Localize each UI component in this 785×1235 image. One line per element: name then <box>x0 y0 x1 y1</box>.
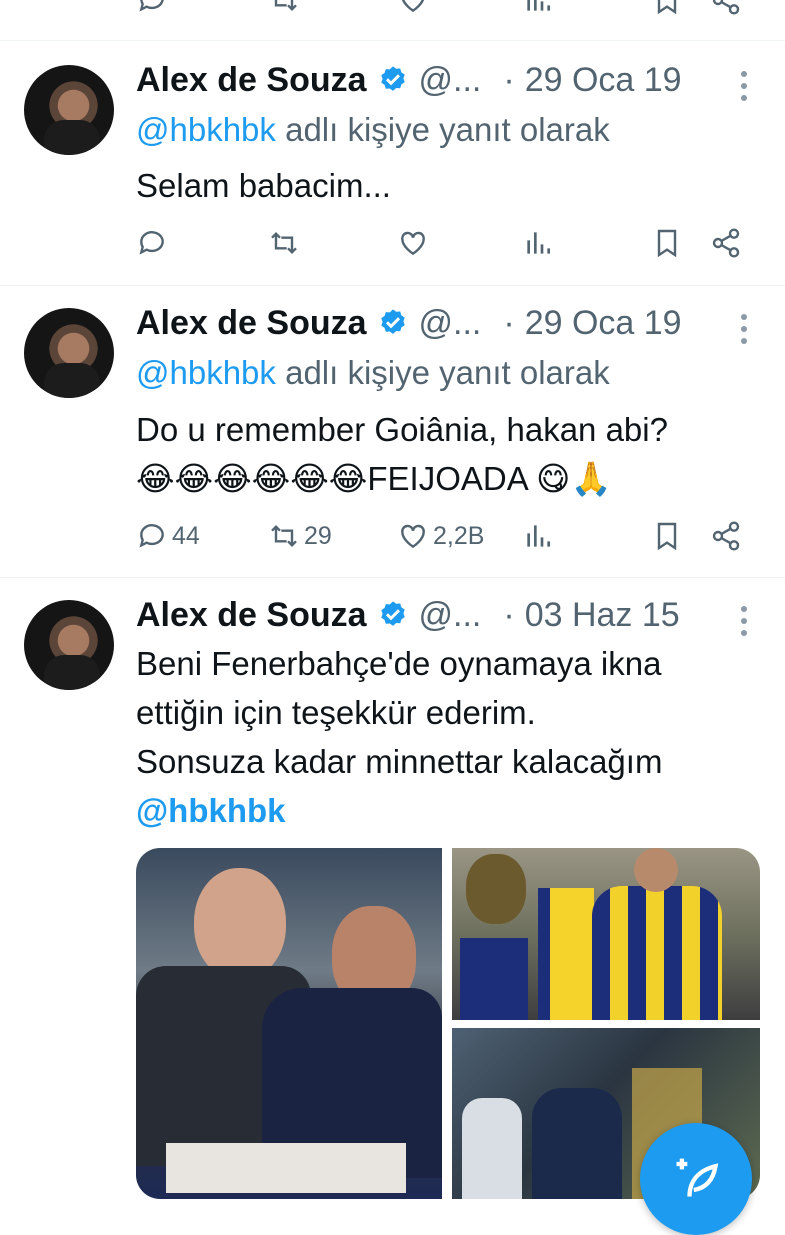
tweet-text-line: Sonsuza kadar minnettar kalacağım <box>136 743 663 780</box>
tweet-actions <box>136 227 756 267</box>
views-button[interactable] <box>522 0 554 16</box>
author-handle[interactable]: @... <box>419 61 482 100</box>
tweet-header: Alex de Souza @... · 29 Oca 19 <box>136 298 682 348</box>
retweet-button[interactable]: 29 <box>268 520 332 552</box>
share-icon <box>712 228 740 258</box>
views-icon <box>527 525 550 547</box>
author-name[interactable]: Alex de Souza <box>136 304 367 343</box>
bookmark-button[interactable] <box>651 520 683 552</box>
reply-icon <box>139 231 164 255</box>
reply-suffix: adlı kişiye yanıt olarak <box>285 354 610 391</box>
bookmark-icon <box>657 522 677 551</box>
tweet-actions: 44 29 2,2B <box>136 520 756 560</box>
reply-suffix: adlı kişiye yanıt olarak <box>285 111 610 148</box>
tweet-text: Do u remember Goiânia, hakan abi? 😂😂😂😂😂😂… <box>136 405 668 503</box>
like-button[interactable]: 2,2B <box>397 520 484 552</box>
bookmark-button[interactable] <box>651 227 683 259</box>
author-handle[interactable]: @... <box>419 304 482 343</box>
reply-mention[interactable]: @hbkhbk <box>136 111 276 148</box>
tweet-header: Alex de Souza @... · 29 Oca 19 <box>136 55 682 105</box>
retweet-button[interactable] <box>268 227 304 259</box>
retweet-icon <box>271 231 297 255</box>
tweet-text-line: 😂😂😂😂😂😂FEIJOADA 😋🙏 <box>136 460 612 497</box>
retweet-count: 29 <box>304 521 332 550</box>
reply-icon <box>139 0 164 12</box>
tweet-mention[interactable]: @hbkhbk <box>136 786 662 835</box>
avatar[interactable] <box>24 308 114 398</box>
more-icon[interactable] <box>738 604 750 638</box>
like-count: 2,2B <box>433 521 485 550</box>
avatar[interactable] <box>24 65 114 155</box>
tweet[interactable]: Alex de Souza @... · 29 Oca 19 @hbkhbk a… <box>0 286 785 578</box>
more-icon[interactable] <box>738 69 750 103</box>
tweet-text-line: ettiğin için teşekkür ederim. <box>136 694 536 731</box>
author-name[interactable]: Alex de Souza <box>136 596 367 635</box>
bookmark-button[interactable] <box>651 0 683 16</box>
reply-button[interactable] <box>136 0 168 16</box>
retweet-button[interactable] <box>268 0 300 16</box>
more-icon[interactable] <box>738 312 750 346</box>
tweet-text-line: Selam babacim... <box>136 167 391 204</box>
author-name[interactable]: Alex de Souza <box>136 61 367 100</box>
media-photo-signing[interactable] <box>136 848 442 1199</box>
tweet-date[interactable]: 29 Oca 19 <box>525 61 682 100</box>
tweet-date[interactable]: 03 Haz 15 <box>525 596 680 635</box>
share-icon <box>712 521 740 551</box>
share-button[interactable] <box>710 520 742 552</box>
compose-icon <box>676 1158 719 1197</box>
reply-count: 44 <box>172 521 200 550</box>
reply-context: @hbkhbk adlı kişiye yanıt olarak <box>136 111 610 149</box>
like-icon <box>401 231 425 256</box>
views-button[interactable] <box>522 520 554 552</box>
like-button[interactable] <box>397 227 433 259</box>
views-icon <box>527 0 550 11</box>
bookmark-icon <box>657 229 677 258</box>
separator: · <box>503 595 515 634</box>
compose-button[interactable] <box>640 1123 752 1235</box>
avatar[interactable] <box>24 600 114 690</box>
like-icon <box>401 524 425 549</box>
tweet-date[interactable]: 29 Oca 19 <box>525 304 682 343</box>
separator: · <box>503 60 515 99</box>
tweet-header: Alex de Souza @... · 03 Haz 15 <box>136 590 680 640</box>
retweet-icon <box>271 524 297 548</box>
author-handle[interactable]: @... <box>419 596 482 635</box>
tweet[interactable]: Alex de Souza @... · 29 Oca 19 @hbkhbk a… <box>0 41 785 286</box>
bookmark-icon <box>657 0 677 15</box>
previous-tweet-actions <box>0 0 785 41</box>
views-icon <box>527 232 550 254</box>
share-icon <box>712 0 740 15</box>
reply-context: @hbkhbk adlı kişiye yanıt olarak <box>136 354 610 392</box>
verified-icon <box>380 309 405 334</box>
tweet-text: Selam babacim... <box>136 161 391 210</box>
reply-icon <box>139 524 164 548</box>
like-button[interactable] <box>397 0 429 16</box>
reply-mention[interactable]: @hbkhbk <box>136 354 276 391</box>
retweet-icon <box>274 0 297 12</box>
tweet-text: Beni Fenerbahçe'de oynamaya ikna ettiğin… <box>136 639 662 835</box>
verified-icon <box>380 601 405 626</box>
tweet-text-line: Beni Fenerbahçe'de oynamaya ikna <box>136 645 662 682</box>
views-button[interactable] <box>522 227 554 259</box>
reply-button[interactable] <box>136 227 172 259</box>
share-button[interactable] <box>710 0 742 16</box>
separator: · <box>503 303 515 342</box>
like-icon <box>401 0 425 13</box>
reply-button[interactable]: 44 <box>136 520 200 552</box>
share-button[interactable] <box>710 227 742 259</box>
verified-icon <box>380 66 405 91</box>
tweet-text-line: Do u remember Goiânia, hakan abi? <box>136 411 668 448</box>
media-photo-jersey[interactable] <box>452 848 760 1020</box>
